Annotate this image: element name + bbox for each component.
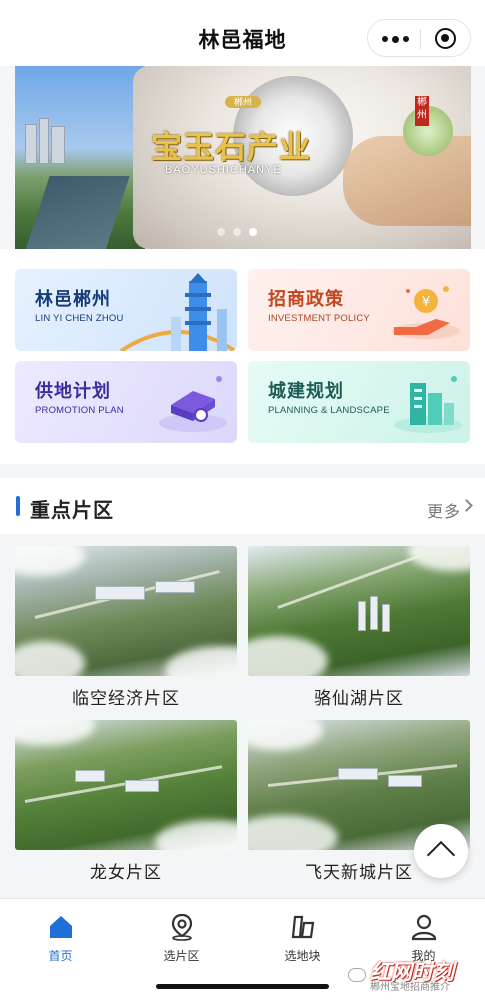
card-title: 供地计划 [35, 381, 111, 401]
card-investment-policy[interactable]: 招商政策 INVESTMENT POLICY ¥ [248, 269, 470, 351]
svg-text:¥: ¥ [422, 295, 430, 310]
watermark: 红网时刻 郴州宝地招商推介 [348, 952, 478, 993]
district-grid: 临空经济片区 骆仙湖片区 龙女片区 飞天新城片区 [0, 534, 485, 898]
more-icon[interactable] [382, 35, 409, 43]
home-icon [50, 916, 72, 938]
banner-title: 宝玉石产业 [151, 130, 311, 165]
key-districts-header: 重点片区 更多 [0, 478, 485, 534]
wechat-icon [348, 968, 366, 982]
tab-label: 选地块 [284, 949, 321, 963]
tab-select-plot[interactable]: 选地块 [242, 907, 363, 963]
section-accent-bar [16, 496, 20, 516]
red-seal: 郴州 [415, 96, 429, 126]
tab-select-district[interactable]: 选片区 [121, 907, 242, 963]
card-linyi-chenzhou[interactable]: 林邑郴州 LIN YI CHEN ZHOU [15, 269, 237, 351]
user-icon [411, 914, 437, 941]
card-subtitle: PLANNING & LANDSCAPE [268, 405, 390, 416]
tab-home[interactable]: 首页 [0, 907, 121, 963]
map-plot-icon [291, 915, 315, 939]
chevron-right-icon[interactable] [460, 499, 473, 512]
carousel-pager [217, 228, 257, 236]
card-subtitle: INVESTMENT POLICY [268, 313, 370, 324]
money-hand-icon: ¥ [392, 286, 460, 339]
card-planning-landscape[interactable]: 城建规划 PLANNING & LANDSCAPE [248, 361, 470, 443]
district-image[interactable] [15, 720, 237, 850]
watermark-text: 郴州宝地招商推介 [370, 982, 450, 993]
pager-dot[interactable] [233, 228, 241, 236]
district-name[interactable]: 骆仙湖片区 [248, 684, 470, 709]
city-river-photo [15, 66, 145, 249]
district-image[interactable] [15, 546, 237, 676]
card-title: 城建规划 [268, 381, 344, 401]
card-promotion-plan[interactable]: 供地计划 PROMOTION PLAN [15, 361, 237, 443]
banner-subtitle: BAOYUSHICHANYE [165, 164, 282, 176]
tab-label: 选片区 [163, 949, 200, 963]
mini-program-capsule [367, 19, 471, 57]
tower-bridge-icon [119, 273, 237, 351]
capsule-divider [420, 29, 421, 49]
card-title: 招商政策 [268, 289, 344, 309]
back-to-top-button[interactable] [414, 824, 468, 878]
banner-deco-badge: 郴州 [225, 96, 261, 108]
card-title: 林邑郴州 [35, 289, 111, 309]
section-title: 重点片区 [30, 500, 114, 522]
district-name[interactable]: 临空经济片区 [15, 684, 237, 709]
card-subtitle: PROMOTION PLAN [35, 405, 124, 416]
land-chart-icon [159, 376, 227, 432]
district-image[interactable] [248, 546, 470, 676]
more-link[interactable]: 更多 [427, 498, 461, 522]
card-subtitle: LIN YI CHEN ZHOU [35, 313, 124, 324]
home-indicator [156, 984, 329, 989]
location-pin-icon [171, 913, 193, 941]
entry-cards: 林邑郴州 LIN YI CHEN ZHOU 招商政策 INVESTMENT PO… [0, 249, 485, 464]
city-buildings-icon [394, 376, 462, 433]
close-target-icon[interactable] [435, 28, 456, 49]
pager-dot-active[interactable] [249, 228, 257, 236]
nav-header: 林邑福地 [0, 0, 485, 66]
tab-label: 首页 [48, 949, 73, 963]
pager-dot[interactable] [217, 228, 225, 236]
district-name[interactable]: 龙女片区 [15, 858, 237, 883]
banner-carousel[interactable]: 郴州 宝玉石产业 BAOYUSHICHANYE 郴州 [15, 66, 471, 249]
